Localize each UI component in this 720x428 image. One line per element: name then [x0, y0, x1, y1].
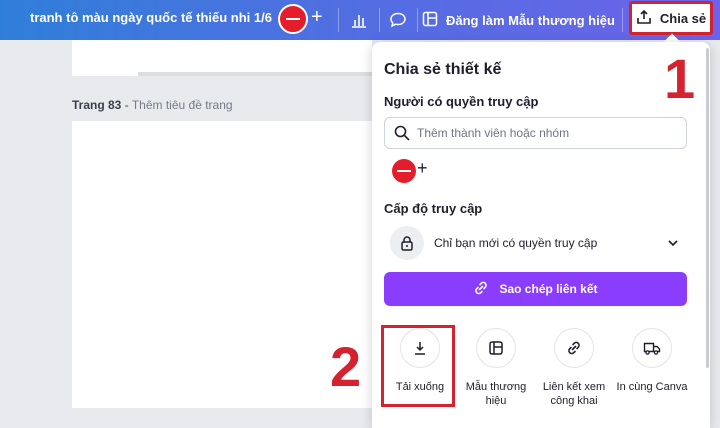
truck-icon	[632, 328, 672, 368]
scrollbar[interactable]	[705, 48, 710, 368]
search-input[interactable]	[417, 118, 677, 148]
publish-brand-template-button[interactable]: Đăng làm Mẫu thương hiệu	[422, 6, 615, 34]
toolbar-divider	[379, 8, 380, 32]
comment-icon[interactable]	[384, 6, 412, 34]
access-level-select[interactable]: Chỉ bạn mới có quyền truy cập	[384, 224, 687, 262]
chevron-down-icon	[666, 236, 680, 255]
member-search	[384, 117, 687, 149]
print-with-canva-option[interactable]: In cùng Canva	[614, 328, 690, 394]
page-divider	[138, 72, 372, 76]
panel-title: Chia sẻ thiết kế	[384, 61, 502, 78]
share-button[interactable]: Chia sẻ	[629, 1, 713, 35]
bar-chart-icon[interactable]	[345, 6, 373, 34]
public-view-link-label: Liên kết xem công khai	[542, 381, 606, 407]
template-icon	[422, 11, 438, 30]
template-icon	[476, 328, 516, 368]
plus-icon[interactable]: +	[311, 6, 323, 29]
print-with-canva-label: In cùng Canva	[616, 381, 688, 393]
member-avatar[interactable]	[392, 159, 416, 183]
toolbar-divider	[417, 8, 418, 32]
brand-template-label: Mẫu thương hiệu	[465, 381, 527, 407]
page-label: Trang 83 - Thêm tiêu đề trang	[72, 98, 233, 112]
link-icon	[473, 280, 489, 299]
copy-link-label: Sao chép liên kết	[499, 282, 598, 296]
publish-brand-template-label: Đăng làm Mẫu thương hiệu	[446, 12, 615, 28]
page-label-separator: -	[124, 98, 132, 112]
access-level-label: Cấp độ truy cập	[384, 201, 483, 216]
lock-icon	[390, 226, 424, 260]
public-view-link-option[interactable]: Liên kết xem công khai	[536, 328, 612, 408]
design-page[interactable]	[72, 121, 372, 408]
brand-template-option[interactable]: Mẫu thương hiệu	[458, 328, 534, 408]
copy-link-button[interactable]: Sao chép liên kết	[384, 272, 687, 306]
share-icon	[636, 9, 652, 28]
avatar[interactable]	[278, 4, 308, 34]
toolbar-divider	[622, 8, 623, 32]
document-title[interactable]: tranh tô màu ngày quốc tế thiếu nhi 1/6	[30, 10, 272, 25]
top-bar: tranh tô màu ngày quốc tế thiếu nhi 1/6 …	[0, 0, 720, 40]
share-label: Chia sẻ	[659, 10, 707, 26]
add-page-title[interactable]: Thêm tiêu đề trang	[132, 98, 233, 112]
add-member-icon[interactable]: +	[417, 158, 428, 179]
previous-page[interactable]	[72, 40, 372, 76]
link-icon	[554, 328, 594, 368]
step-marker-1: 1	[664, 47, 696, 110]
toolbar-divider	[338, 8, 339, 32]
people-with-access-label: Người có quyền truy cập	[384, 94, 539, 109]
download-highlight	[381, 325, 455, 407]
access-level-value: Chỉ bạn mới có quyền truy cập	[434, 236, 598, 250]
page-number: Trang 83	[72, 98, 122, 112]
search-icon	[394, 125, 410, 146]
step-marker-2: 2	[330, 335, 362, 398]
